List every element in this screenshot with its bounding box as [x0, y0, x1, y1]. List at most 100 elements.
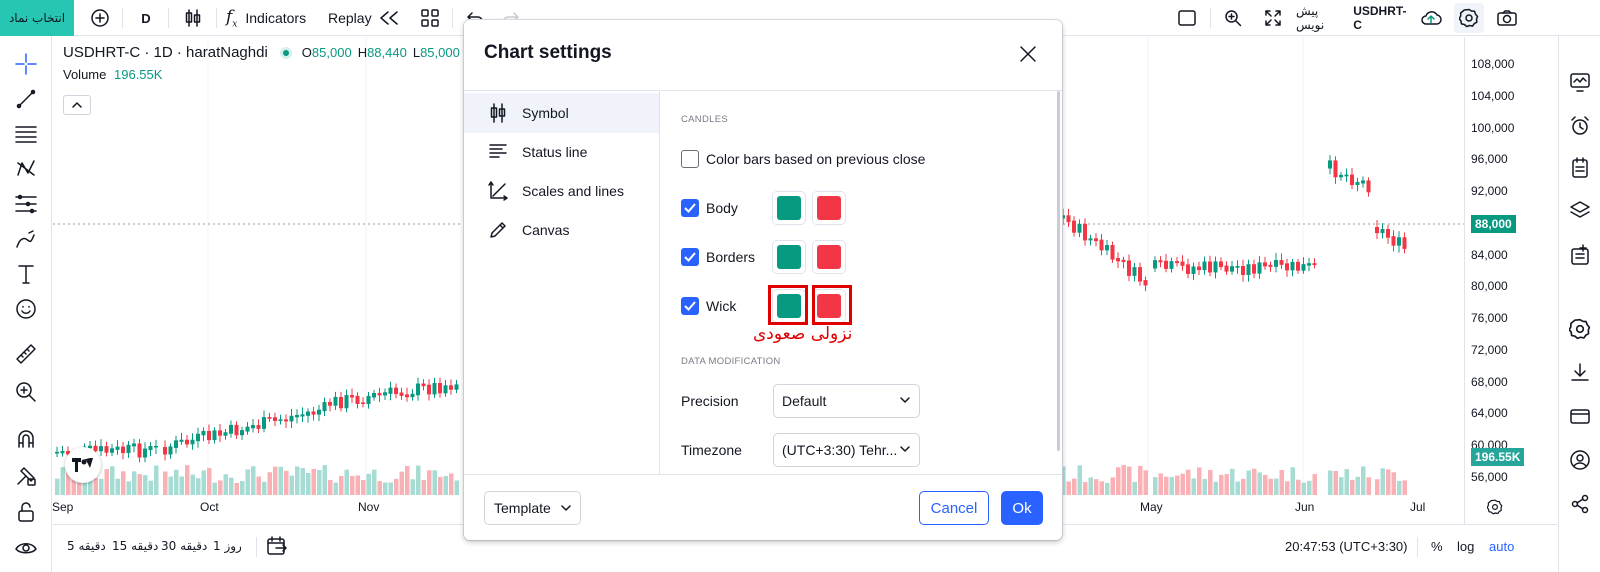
settings-gear-icon[interactable]: [1454, 3, 1484, 33]
tab-status-line[interactable]: Status line: [464, 132, 659, 172]
close-icon[interactable]: [1014, 40, 1042, 68]
candle-body: [1344, 174, 1349, 177]
candle-body: [1328, 160, 1332, 169]
tab-scales-lines[interactable]: Scales and lines: [464, 171, 659, 211]
auto-toggle[interactable]: auto: [1489, 533, 1514, 559]
range-5m[interactable]: 5 دقیقه: [67, 533, 106, 559]
volume-bar: [174, 469, 179, 495]
expand-icon[interactable]: [1258, 0, 1288, 36]
panel-scrollbar[interactable]: [1057, 91, 1060, 451]
candle-body: [1301, 264, 1306, 271]
body-down-color-swatch[interactable]: [812, 191, 846, 225]
candle-body: [438, 383, 442, 394]
tradingview-logo-icon[interactable]: [65, 447, 101, 483]
candle-body: [328, 402, 332, 406]
clock-timezone[interactable]: 20:47:53 (UTC+3:30): [1285, 533, 1407, 559]
camera-icon[interactable]: [1492, 0, 1522, 36]
replay-button[interactable]: Replay: [328, 0, 406, 36]
zoom-in-icon[interactable]: [8, 376, 44, 408]
watchlist-icon[interactable]: [1564, 66, 1596, 98]
volume-bar: [1175, 475, 1180, 495]
add-symbol-icon[interactable]: [86, 0, 114, 36]
trend-line-icon[interactable]: [8, 83, 44, 115]
precision-select[interactable]: Default: [773, 384, 920, 418]
candle-body: [1208, 261, 1212, 273]
candle-body: [1350, 174, 1354, 186]
tab-canvas-label: Canvas: [522, 222, 570, 238]
cancel-button[interactable]: Cancel: [919, 491, 989, 525]
body-up-color-swatch[interactable]: [772, 191, 806, 225]
body-checkbox[interactable]: [681, 199, 699, 217]
volume-bar: [443, 475, 448, 495]
eye-icon[interactable]: [8, 532, 44, 564]
replay-icon: [379, 11, 398, 25]
time-tick-label: Sep: [52, 500, 74, 514]
layout-icon[interactable]: [416, 0, 444, 36]
horizontal-lines-icon[interactable]: [8, 118, 44, 150]
timezone-select[interactable]: (UTC+3:30) Tehr...: [773, 433, 920, 467]
volume-bar: [449, 473, 454, 495]
cloud-upload-icon[interactable]: [1416, 0, 1446, 36]
goto-date-icon[interactable]: [266, 533, 288, 559]
volume-bar: [267, 472, 272, 495]
symbol-select-button[interactable]: انتخاب نماد: [0, 0, 74, 36]
text-icon[interactable]: [8, 258, 44, 290]
candle-body: [311, 411, 316, 415]
color-bars-checkbox[interactable]: [681, 150, 699, 168]
lock-drawing-icon[interactable]: [8, 460, 44, 492]
alarm-icon[interactable]: [1564, 110, 1596, 142]
emoji-icon[interactable]: [8, 293, 44, 325]
collapse-legend-button[interactable]: [63, 95, 91, 115]
volume-bar: [317, 470, 322, 495]
tab-canvas[interactable]: Canvas: [464, 210, 659, 250]
range-30m[interactable]: 30 دقیقه: [161, 533, 207, 559]
share-icon[interactable]: [1564, 488, 1596, 520]
zoom-search-icon[interactable]: [1218, 0, 1248, 36]
candle-type-icon[interactable]: [178, 0, 208, 36]
wick-checkbox[interactable]: [681, 297, 699, 315]
candle-body: [207, 431, 211, 441]
settings-cog-icon[interactable]: [1564, 313, 1596, 345]
candle-body: [427, 384, 431, 395]
notes-icon[interactable]: [1564, 152, 1596, 184]
fib-icon[interactable]: [8, 188, 44, 220]
volume-bar: [1224, 474, 1229, 495]
volume-bar: [300, 468, 305, 495]
fullscreen-frame-icon[interactable]: [1172, 0, 1202, 36]
chart-settings-gear-icon[interactable]: [1486, 499, 1503, 520]
borders-down-color-swatch[interactable]: [812, 240, 846, 274]
candle-body: [1386, 229, 1390, 238]
candle-body: [1246, 264, 1251, 276]
ruler-icon[interactable]: [8, 338, 44, 370]
dialog-footer: Template Cancel Ok: [464, 474, 1062, 540]
volume-bar: [1066, 481, 1071, 495]
brush-icon[interactable]: [8, 223, 44, 255]
range-1d[interactable]: 1 روز: [213, 533, 242, 559]
ok-button[interactable]: Ok: [1001, 491, 1043, 525]
indicators-button[interactable]: fx Indicators: [226, 0, 326, 36]
magnet-icon[interactable]: [8, 423, 44, 455]
range-15m[interactable]: 15 دقیقه: [112, 533, 158, 559]
template-dropdown[interactable]: Template: [484, 491, 581, 525]
tab-symbol[interactable]: Symbol: [464, 93, 659, 133]
live-dot-icon: [279, 46, 292, 59]
interval-button[interactable]: D: [132, 0, 160, 36]
candle-body: [1224, 265, 1229, 272]
borders-up-color-swatch[interactable]: [772, 240, 806, 274]
candle-body: [1339, 174, 1343, 178]
list-add-icon[interactable]: [1564, 239, 1596, 271]
layers-icon[interactable]: [1564, 194, 1596, 226]
percent-toggle[interactable]: %: [1431, 533, 1443, 559]
candle-body: [1366, 180, 1371, 193]
lock-icon[interactable]: [8, 496, 44, 528]
borders-checkbox[interactable]: [681, 248, 699, 266]
card-icon[interactable]: [1564, 400, 1596, 432]
log-toggle[interactable]: log: [1457, 533, 1474, 559]
volume-bar: [115, 478, 120, 495]
volume-bar: [1213, 481, 1218, 495]
download-icon[interactable]: [1564, 356, 1596, 388]
price-axis[interactable]: 108,000 104,000 100,000 96,000 92,000 84,000 8…: [1464, 37, 1557, 524]
crosshair-icon[interactable]: [8, 48, 44, 80]
pattern-icon[interactable]: [8, 153, 44, 185]
user-icon[interactable]: [1564, 444, 1596, 476]
